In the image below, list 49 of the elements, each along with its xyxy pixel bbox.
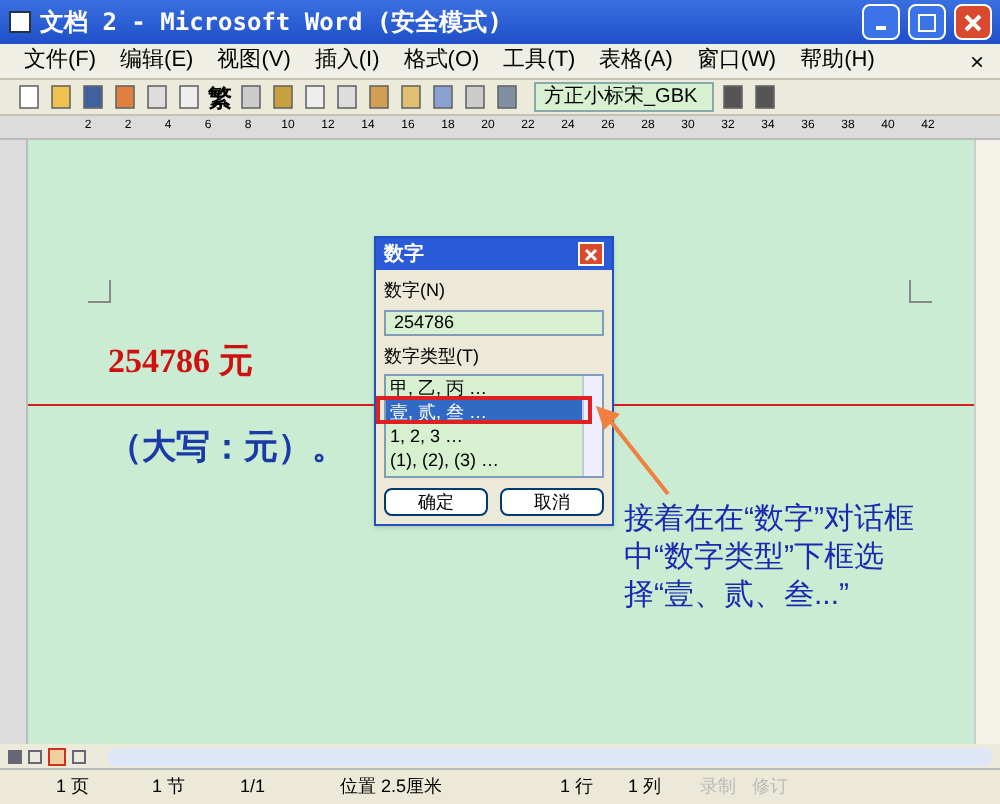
status-item: 1/1: [240, 773, 268, 800]
status-item: 1 行: [560, 773, 596, 800]
window-title: 文档 2 - Microsoft Word (安全模式): [40, 6, 502, 40]
menu-close-button[interactable]: ×: [969, 43, 984, 79]
menu-item[interactable]: 窗口(W): [688, 44, 785, 78]
traditional-chinese-button[interactable]: 繁: [208, 79, 232, 115]
cancel-button[interactable]: 取消: [500, 488, 604, 516]
menu-item[interactable]: 文件(F): [16, 44, 105, 78]
number-field[interactable]: 254786: [384, 309, 604, 335]
margin-corner-icon: [88, 280, 112, 304]
menu-item[interactable]: 表格(A): [591, 44, 681, 78]
close-button[interactable]: [954, 4, 992, 40]
maximize-icon: [918, 13, 936, 31]
status-item: 1 列: [628, 773, 664, 800]
scrollbar[interactable]: [582, 376, 602, 476]
web-view-icon[interactable]: [28, 749, 42, 763]
font-dropdown[interactable]: 方正小标宋_GBK: [534, 82, 714, 112]
menu-item[interactable]: 工具(T): [495, 44, 584, 78]
pointer-arrow: [592, 402, 672, 498]
horizontal-scrollbar[interactable]: [108, 747, 992, 765]
normal-view-icon[interactable]: [8, 749, 22, 763]
menu-item[interactable]: 帮助(H): [792, 44, 883, 78]
minimize-button[interactable]: [862, 4, 900, 40]
status-item: 1 页: [56, 773, 92, 800]
menu-item[interactable]: 视图(V): [209, 44, 299, 78]
list-item[interactable]: 甲, 乙, 丙 …: [386, 376, 582, 400]
list-item[interactable]: (1), (2), (3) …: [386, 448, 582, 472]
menu-item[interactable]: 编辑(E): [112, 44, 202, 78]
menu-item[interactable]: 插入(I): [306, 44, 388, 78]
status-item: 1 节: [152, 773, 188, 800]
amount-text: 254786 元: [108, 340, 253, 384]
ok-button[interactable]: 确定: [384, 488, 488, 516]
dialog-title: 数字: [384, 240, 424, 269]
maximize-button[interactable]: [908, 4, 946, 40]
outline-view-icon[interactable]: [72, 749, 86, 763]
number-label: 数字(N): [384, 278, 447, 304]
document-icon: [8, 10, 32, 34]
list-item[interactable]: 1, 2, 3 …: [386, 424, 582, 448]
number-type-label: 数字类型(T): [384, 343, 481, 370]
close-icon: [964, 13, 982, 31]
close-button[interactable]: [578, 242, 604, 266]
menu-item[interactable]: 格式(O): [395, 44, 488, 78]
close-icon: [584, 247, 598, 261]
uppercase-text: （大写：元）。: [108, 425, 346, 469]
margin-corner-icon: [908, 280, 932, 304]
annotation-text: 接着在在“数字”对话框中“数字类型”下框选择“壹、贰、叁...”: [624, 500, 916, 614]
vertical-scrollbar[interactable]: [974, 140, 1000, 744]
print-view-icon[interactable]: [48, 747, 66, 765]
status-item: 位置 2.5厘米: [340, 773, 445, 800]
